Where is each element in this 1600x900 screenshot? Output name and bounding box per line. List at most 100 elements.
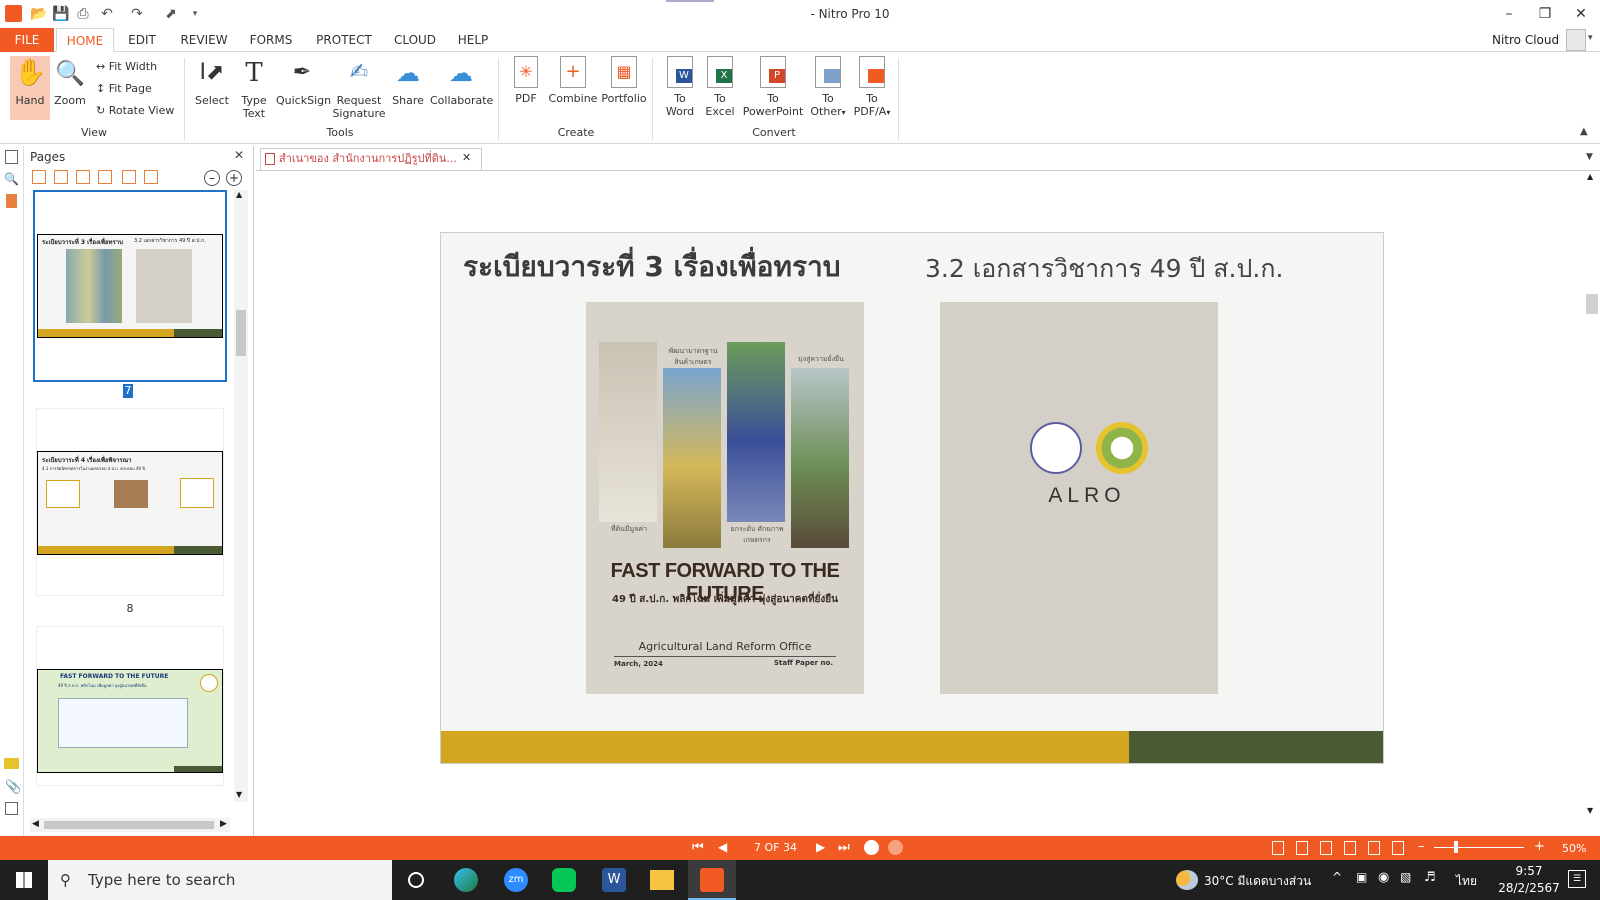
first-page-icon[interactable]: ⏮ bbox=[692, 840, 704, 855]
clock-date[interactable]: 28/2/2567 bbox=[1490, 881, 1568, 895]
scroll-left-icon[interactable]: ◀ bbox=[32, 819, 39, 829]
taskbar-search[interactable]: ⚲ Type here to search bbox=[48, 860, 392, 900]
fit-page-button[interactable]: ↕ Fit Page bbox=[96, 80, 152, 98]
edge-icon[interactable] bbox=[454, 868, 478, 892]
type-text-button[interactable]: T Type Text bbox=[236, 56, 272, 120]
single-page-view-icon[interactable] bbox=[1272, 841, 1284, 855]
zoom-slider-thumb[interactable] bbox=[1454, 841, 1458, 853]
clock-time[interactable]: 9:57 bbox=[1504, 864, 1554, 878]
facing-view-icon[interactable] bbox=[1320, 841, 1332, 855]
zoom-in-icon[interactable]: + bbox=[1534, 839, 1545, 854]
close-button[interactable]: ✕ bbox=[1566, 4, 1596, 24]
next-page-icon[interactable]: ▶ bbox=[816, 840, 825, 854]
volume-icon[interactable]: ♬ bbox=[1424, 870, 1436, 885]
task-view-icon[interactable] bbox=[408, 872, 424, 888]
tab-review[interactable]: REVIEW bbox=[176, 28, 232, 52]
scroll-up-icon[interactable]: ▲ bbox=[1587, 172, 1593, 181]
zoom-level[interactable]: 50% bbox=[1562, 842, 1586, 855]
meet-now-icon[interactable]: ▣ bbox=[1356, 870, 1367, 884]
tab-help[interactable]: HELP bbox=[452, 28, 494, 52]
scroll-thumb[interactable] bbox=[1586, 294, 1598, 314]
account-chevron-icon[interactable]: ▾ bbox=[1588, 33, 1593, 43]
tab-file[interactable]: FILE bbox=[0, 28, 54, 52]
zoom-button[interactable]: 🔍 Zoom bbox=[52, 56, 88, 107]
collaborate-button[interactable]: ☁ Collaborate bbox=[430, 56, 493, 107]
restore-button[interactable]: ❐ bbox=[1530, 4, 1560, 24]
weather-text[interactable]: 30°C มีแดดบางส่วน bbox=[1204, 872, 1311, 891]
combine-button[interactable]: + Combine bbox=[548, 56, 598, 105]
close-tab-icon[interactable]: ✕ bbox=[462, 151, 471, 164]
forward-view-icon[interactable] bbox=[888, 840, 903, 855]
quicksign-button[interactable]: ✒ QuickSign bbox=[276, 56, 331, 107]
to-pdfa-button[interactable]: To PDF/A▾ bbox=[850, 56, 894, 119]
last-page-icon[interactable]: ⏭ bbox=[838, 840, 850, 855]
pages-panel-icon[interactable] bbox=[5, 150, 18, 164]
thumbs-hscrollbar[interactable]: ◀ ▶ bbox=[30, 818, 230, 832]
thumbs-scrollbar[interactable]: ▲ ▼ bbox=[234, 190, 248, 802]
zoom-out-icon[interactable]: – bbox=[1418, 839, 1425, 854]
rotate-left-icon[interactable] bbox=[32, 170, 46, 184]
hscroll-thumb[interactable] bbox=[44, 821, 214, 829]
select-button[interactable]: I⬈ Select bbox=[192, 56, 232, 107]
tab-home[interactable]: HOME bbox=[56, 28, 114, 52]
portfolio-button[interactable]: ▦ Portfolio bbox=[600, 56, 648, 105]
tab-edit[interactable]: EDIT bbox=[122, 28, 162, 52]
fit-width-button[interactable]: ↔ Fit Width bbox=[96, 58, 157, 76]
back-view-icon[interactable] bbox=[864, 840, 879, 855]
thumbnail[interactable]: ระเบียบวาระที่ 4 เรื่องเพื่อพิจารณา 4.1 … bbox=[36, 408, 224, 596]
notifications-icon[interactable]: ☰ bbox=[1568, 870, 1586, 888]
rotate-view-button[interactable]: ↻ Rotate View bbox=[96, 102, 174, 120]
battery-icon[interactable]: ▧ bbox=[1400, 870, 1411, 884]
to-powerpoint-button[interactable]: P To PowerPoint bbox=[742, 56, 804, 118]
document-scrollbar[interactable]: ▲ ▼ bbox=[1584, 172, 1600, 820]
line-app-icon[interactable] bbox=[552, 868, 576, 892]
document-tab[interactable]: สำเนาของ สำนักงานการปฏิรูปที่ดิน... bbox=[260, 148, 482, 170]
pdf-page[interactable]: ระเบียบวาระที่ 3 เรื่องเพื่อทราบ 3.2 เอก… bbox=[440, 232, 1384, 764]
zoom-out-thumbs-icon[interactable]: – bbox=[204, 170, 220, 186]
page-indicator[interactable]: 7 OF 34 bbox=[754, 841, 797, 854]
tabs-dropdown-icon[interactable]: ▼ bbox=[1586, 152, 1593, 162]
search-panel-icon[interactable]: 🔍 bbox=[4, 172, 19, 186]
prev-page-icon[interactable]: ◀ bbox=[718, 840, 727, 854]
avatar[interactable] bbox=[1566, 29, 1586, 51]
scroll-thumb[interactable] bbox=[236, 310, 246, 356]
close-icon[interactable]: ✕ bbox=[234, 148, 244, 162]
extract-page-icon[interactable] bbox=[122, 170, 136, 184]
request-signature-button[interactable]: ✍ Request Signature bbox=[332, 56, 386, 120]
attachments-panel-icon[interactable]: 📎 bbox=[5, 780, 21, 795]
input-language[interactable]: ไทย bbox=[1456, 872, 1477, 891]
file-explorer-icon[interactable] bbox=[650, 870, 674, 890]
bookmarks-panel-icon[interactable] bbox=[6, 194, 17, 208]
to-other-button[interactable]: To Other▾ bbox=[806, 56, 850, 119]
collapse-ribbon-icon[interactable]: ▲ bbox=[1580, 126, 1588, 137]
fit-view-icon[interactable] bbox=[1368, 841, 1380, 855]
presentation-view-icon[interactable] bbox=[1392, 841, 1404, 855]
account-label[interactable]: Nitro Cloud bbox=[1492, 33, 1559, 47]
to-excel-button[interactable]: X To Excel bbox=[702, 56, 738, 118]
continuous-facing-view-icon[interactable] bbox=[1344, 841, 1356, 855]
zoom-slider[interactable] bbox=[1434, 841, 1524, 853]
output-panel-icon[interactable] bbox=[5, 802, 18, 815]
scroll-up-icon[interactable]: ▲ bbox=[236, 190, 242, 199]
scroll-right-icon[interactable]: ▶ bbox=[220, 819, 227, 829]
minimize-button[interactable]: – bbox=[1494, 4, 1524, 24]
word-app-icon[interactable]: W bbox=[602, 868, 626, 892]
zoom-in-thumbs-icon[interactable]: + bbox=[226, 170, 242, 186]
rotate-right-icon[interactable] bbox=[54, 170, 68, 184]
show-hidden-icons-icon[interactable]: ^ bbox=[1332, 870, 1342, 884]
thumbnail-selected[interactable]: ระเบียบวาระที่ 3 เรื่องเพื่อทราบ 3.2 เอก… bbox=[33, 190, 227, 382]
weather-icon[interactable] bbox=[1176, 870, 1198, 890]
scroll-down-icon[interactable]: ▼ bbox=[1587, 806, 1593, 815]
replace-page-icon[interactable] bbox=[144, 170, 158, 184]
network-icon[interactable]: ◉ bbox=[1378, 870, 1389, 885]
share-button[interactable]: ☁ Share bbox=[390, 56, 426, 107]
insert-page-icon[interactable] bbox=[98, 170, 112, 184]
tab-forms[interactable]: FORMS bbox=[246, 28, 296, 52]
nitro-app-icon[interactable] bbox=[688, 860, 736, 900]
continuous-view-icon[interactable] bbox=[1296, 841, 1308, 855]
tab-cloud[interactable]: CLOUD bbox=[390, 28, 440, 52]
windows-start-icon[interactable] bbox=[16, 872, 32, 888]
delete-page-icon[interactable] bbox=[76, 170, 90, 184]
thumbnail[interactable]: FAST FORWARD TO THE FUTURE 49 ปี ส.ป.ก. … bbox=[36, 626, 224, 786]
create-pdf-button[interactable]: ✳ PDF bbox=[508, 56, 544, 105]
